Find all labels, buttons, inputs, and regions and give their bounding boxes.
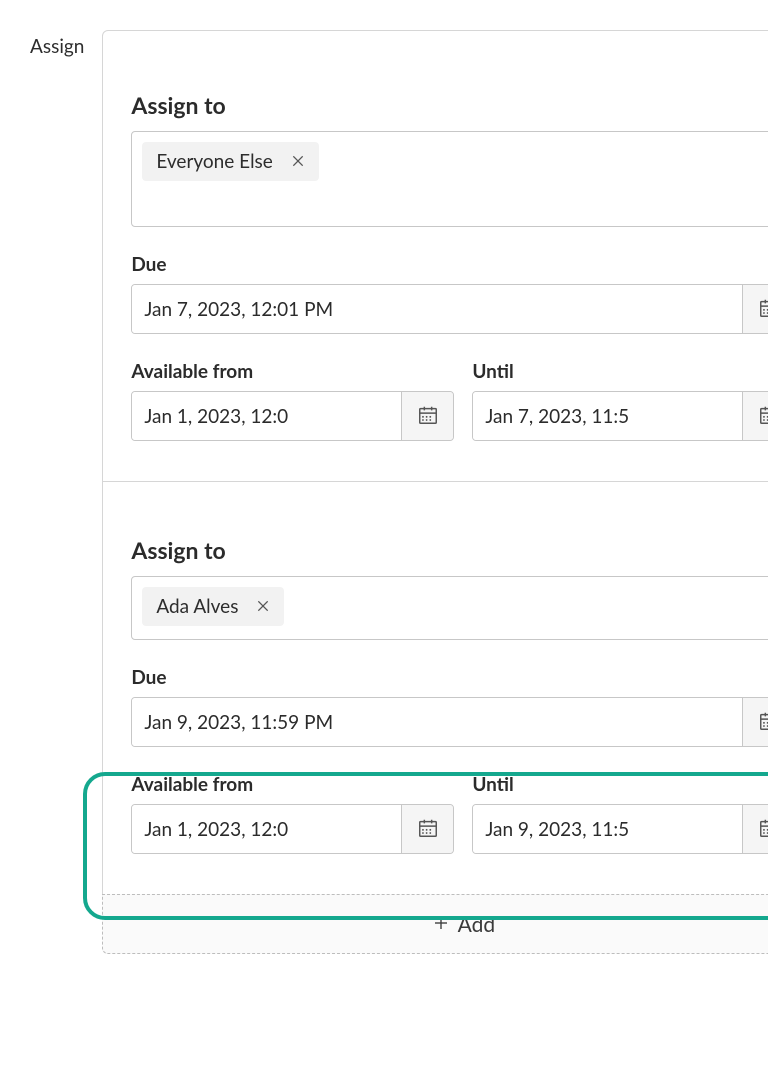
due-date-group [131,284,768,334]
available-from-label: Available from [131,360,454,383]
chip-label: Everyone Else [156,150,272,173]
remove-chip-button[interactable] [256,600,270,614]
available-from-group [131,391,454,441]
assign-to-label: Assign to [131,91,768,119]
due-label: Due [131,666,768,689]
close-icon [291,150,305,173]
until-label: Until [472,360,768,383]
available-from-input[interactable] [132,392,401,440]
add-label: Add [458,912,496,937]
due-label: Due [131,253,768,276]
until-label: Until [472,773,768,796]
until-group [472,804,768,854]
until-calendar-button[interactable] [742,805,768,853]
due-calendar-button[interactable] [742,698,768,746]
calendar-icon [758,297,768,322]
available-from-label: Available from [131,773,454,796]
due-calendar-button[interactable] [742,285,768,333]
calendar-icon [758,404,768,429]
assign-panel: Assign to Everyone Else Due [102,30,768,954]
plus-icon [432,912,450,937]
calendar-icon [758,817,768,842]
add-assignment-button[interactable]: Add [102,894,768,954]
available-from-input[interactable] [132,805,401,853]
assign-to-input[interactable]: Everyone Else [131,131,768,227]
available-from-calendar-button[interactable] [401,392,453,440]
until-group [472,391,768,441]
calendar-icon [417,404,439,429]
chip-label: Ada Alves [156,595,238,618]
available-from-calendar-button[interactable] [401,805,453,853]
remove-chip-button[interactable] [291,155,305,169]
assignment-card: Assign to Ada Alves Due [103,481,768,894]
assignee-chip: Ada Alves [142,587,284,626]
assign-to-label: Assign to [131,536,768,564]
assignee-chip: Everyone Else [142,142,318,181]
close-icon [256,595,270,618]
side-label-assign: Assign [30,30,102,954]
assignment-card: Assign to Everyone Else Due [103,31,768,481]
assign-to-input[interactable]: Ada Alves [131,576,768,640]
calendar-icon [758,710,768,735]
due-date-input[interactable] [132,698,742,746]
until-input[interactable] [473,805,742,853]
calendar-icon [417,817,439,842]
due-date-input[interactable] [132,285,742,333]
due-date-group [131,697,768,747]
available-from-group [131,804,454,854]
until-input[interactable] [473,392,742,440]
until-calendar-button[interactable] [742,392,768,440]
